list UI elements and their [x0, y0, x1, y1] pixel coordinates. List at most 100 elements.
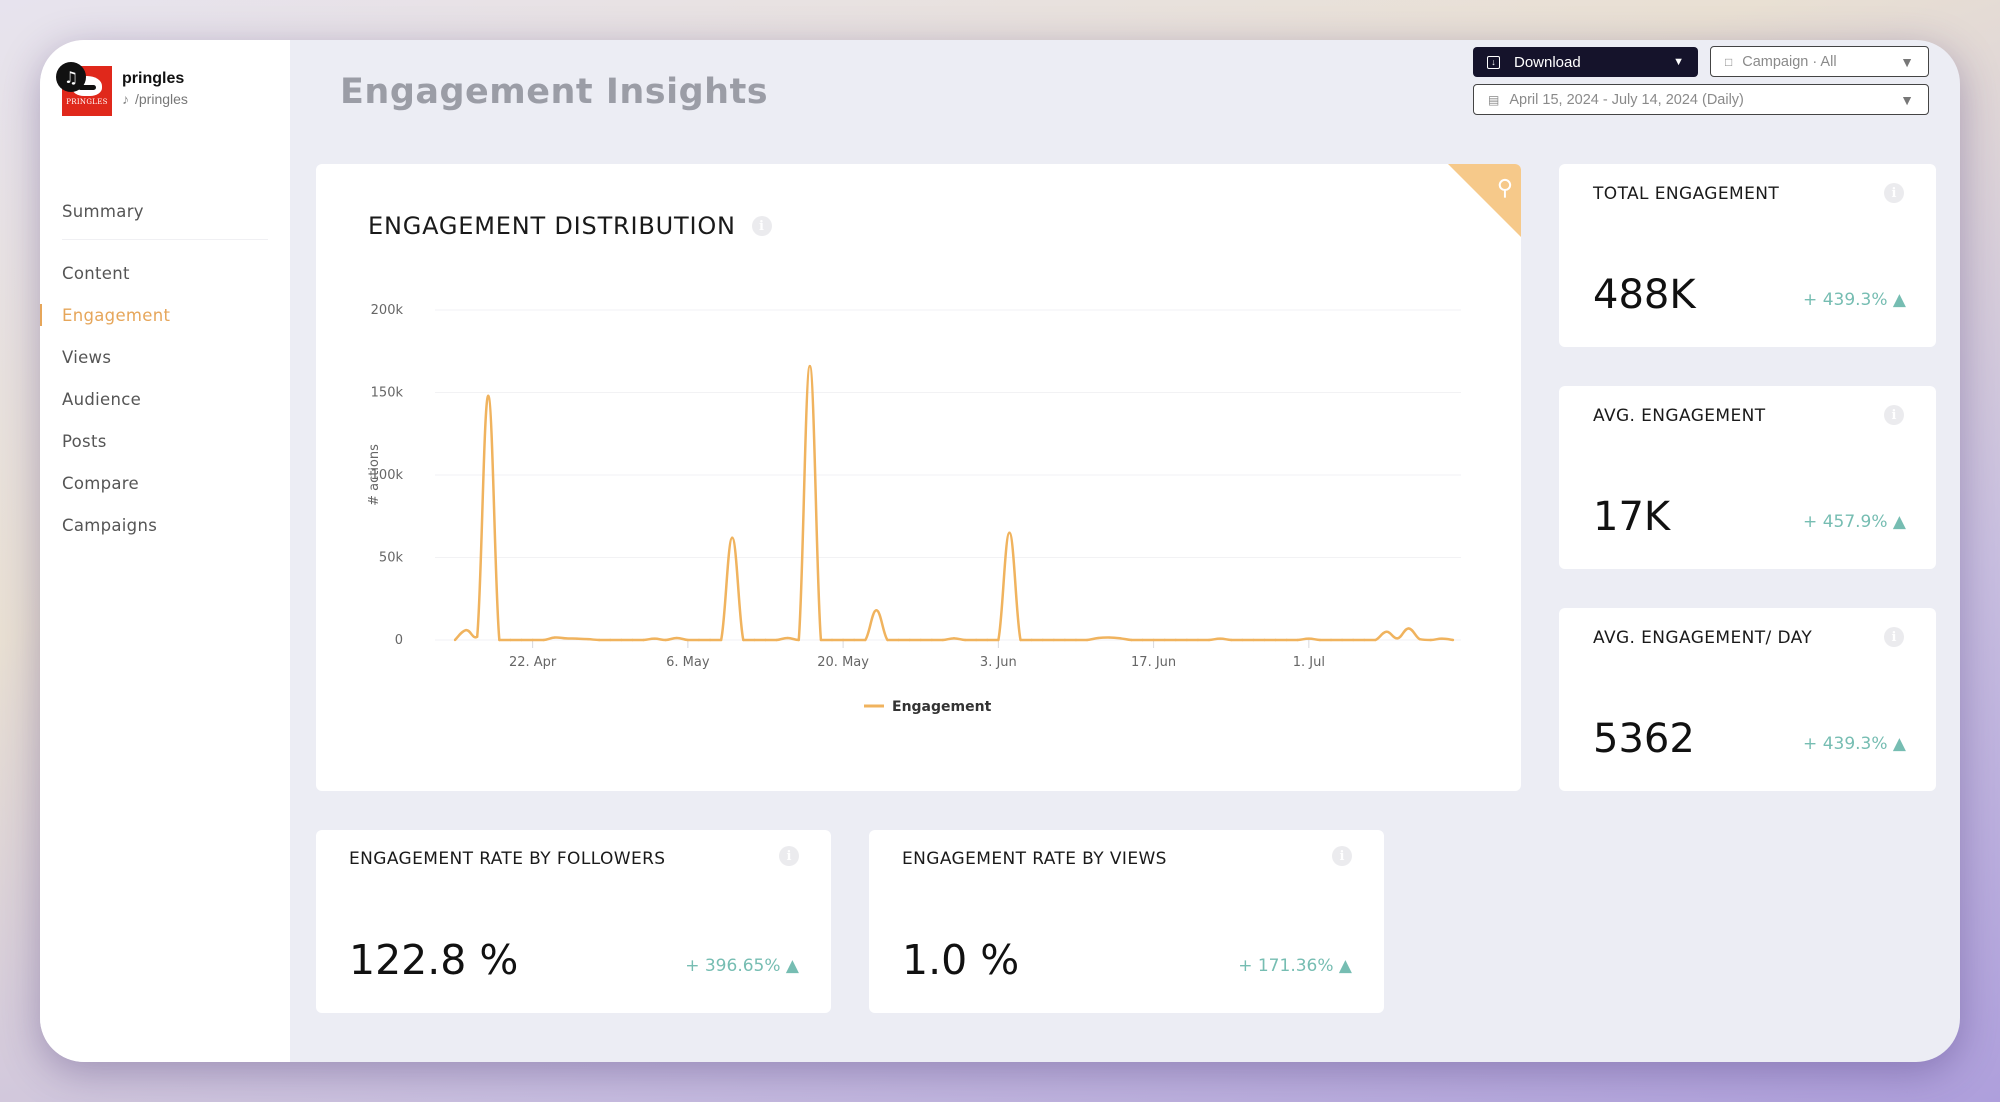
- data-point[interactable]: [509, 638, 512, 642]
- data-point[interactable]: [819, 638, 823, 642]
- data-point[interactable]: [1008, 531, 1011, 534]
- data-point[interactable]: [875, 609, 878, 612]
- info-icon[interactable]: i: [1884, 183, 1904, 203]
- data-point[interactable]: [986, 638, 989, 642]
- data-point[interactable]: [653, 637, 656, 640]
- data-point[interactable]: [675, 636, 678, 640]
- data-point[interactable]: [1407, 627, 1410, 630]
- campaign-select[interactable]: □ Campaign · All ▼: [1710, 46, 1929, 77]
- chart-legend[interactable]: Engagement: [864, 699, 992, 715]
- data-point[interactable]: [1363, 638, 1366, 642]
- data-point[interactable]: [1119, 637, 1122, 640]
- data-point[interactable]: [609, 638, 612, 642]
- data-point[interactable]: [1352, 638, 1355, 642]
- data-point[interactable]: [1207, 638, 1211, 642]
- data-point[interactable]: [1141, 638, 1144, 642]
- sidebar-item-content[interactable]: Content: [40, 252, 290, 294]
- data-point[interactable]: [997, 638, 1000, 642]
- data-point[interactable]: [631, 638, 634, 642]
- data-point[interactable]: [1429, 638, 1433, 642]
- data-point[interactable]: [1329, 638, 1333, 642]
- data-point[interactable]: [1041, 638, 1044, 642]
- data-point[interactable]: [886, 638, 889, 642]
- data-point[interactable]: [1019, 638, 1022, 642]
- sidebar-item-campaigns[interactable]: Campaigns: [40, 504, 290, 546]
- sidebar-item-engagement[interactable]: Engagement: [40, 294, 290, 336]
- sidebar-item-compare[interactable]: Compare: [40, 462, 290, 504]
- sidebar-item-posts[interactable]: Posts: [40, 420, 290, 462]
- data-point[interactable]: [664, 638, 667, 642]
- sidebar-item-views[interactable]: Views: [40, 336, 290, 378]
- data-point[interactable]: [1285, 638, 1288, 642]
- data-point[interactable]: [620, 638, 623, 642]
- data-point[interactable]: [963, 638, 967, 642]
- data-point[interactable]: [1074, 638, 1078, 642]
- info-icon[interactable]: i: [1884, 627, 1904, 647]
- data-point[interactable]: [1396, 637, 1399, 640]
- sidebar-item-audience[interactable]: Audience: [40, 378, 290, 420]
- data-point[interactable]: [1241, 638, 1244, 642]
- data-point[interactable]: [1185, 638, 1189, 642]
- data-point[interactable]: [487, 394, 490, 397]
- data-point[interactable]: [1130, 638, 1133, 642]
- date-range-select[interactable]: ▤ April 15, 2024 - July 14, 2024 (Daily)…: [1473, 84, 1929, 115]
- info-icon[interactable]: i: [1332, 846, 1352, 866]
- data-point[interactable]: [1440, 637, 1444, 640]
- data-point[interactable]: [453, 638, 457, 642]
- data-point[interactable]: [974, 638, 978, 642]
- data-point[interactable]: [1218, 637, 1222, 640]
- data-point[interactable]: [1318, 638, 1322, 642]
- data-point[interactable]: [753, 638, 756, 642]
- data-point[interactable]: [475, 635, 479, 638]
- data-point[interactable]: [1152, 638, 1155, 642]
- data-point[interactable]: [1252, 638, 1255, 642]
- data-point[interactable]: [719, 638, 723, 642]
- data-point[interactable]: [575, 637, 579, 640]
- data-point[interactable]: [553, 636, 556, 639]
- data-point[interactable]: [1340, 638, 1344, 642]
- data-point[interactable]: [520, 638, 523, 642]
- download-button[interactable]: ↓ Download ▼: [1473, 47, 1698, 77]
- data-point[interactable]: [775, 638, 778, 642]
- data-point[interactable]: [1196, 638, 1200, 642]
- data-point[interactable]: [1163, 638, 1166, 642]
- data-point[interactable]: [1030, 638, 1033, 642]
- data-point[interactable]: [1096, 636, 1100, 640]
- data-point[interactable]: [498, 638, 501, 642]
- data-point[interactable]: [764, 638, 767, 642]
- data-point[interactable]: [841, 638, 845, 642]
- data-point[interactable]: [1174, 638, 1177, 642]
- data-point[interactable]: [808, 364, 812, 368]
- data-point[interactable]: [830, 638, 834, 642]
- data-point[interactable]: [853, 638, 856, 642]
- data-point[interactable]: [1307, 637, 1311, 640]
- sidebar-item-summary[interactable]: Summary: [40, 190, 290, 232]
- data-point[interactable]: [1374, 638, 1377, 642]
- data-point[interactable]: [1108, 636, 1111, 639]
- data-point[interactable]: [1085, 638, 1089, 642]
- data-point[interactable]: [686, 638, 690, 642]
- data-point[interactable]: [1418, 637, 1421, 641]
- data-point[interactable]: [1385, 630, 1388, 633]
- data-point[interactable]: [542, 638, 545, 642]
- data-point[interactable]: [464, 628, 468, 632]
- data-point[interactable]: [731, 536, 734, 539]
- data-point[interactable]: [564, 637, 568, 640]
- data-point[interactable]: [531, 638, 534, 642]
- data-point[interactable]: [908, 638, 911, 642]
- data-point[interactable]: [708, 638, 712, 642]
- data-point[interactable]: [597, 638, 601, 642]
- data-point[interactable]: [897, 638, 900, 642]
- data-point[interactable]: [797, 638, 800, 642]
- data-point[interactable]: [786, 636, 789, 640]
- data-point[interactable]: [1063, 638, 1067, 642]
- data-point[interactable]: [642, 638, 645, 642]
- data-point[interactable]: [1263, 638, 1266, 642]
- data-point[interactable]: [742, 638, 745, 642]
- data-point[interactable]: [1296, 638, 1299, 642]
- data-point[interactable]: [919, 638, 922, 642]
- data-point[interactable]: [930, 638, 934, 642]
- data-point[interactable]: [1230, 638, 1233, 642]
- info-icon[interactable]: i: [779, 846, 799, 866]
- data-point[interactable]: [586, 637, 590, 641]
